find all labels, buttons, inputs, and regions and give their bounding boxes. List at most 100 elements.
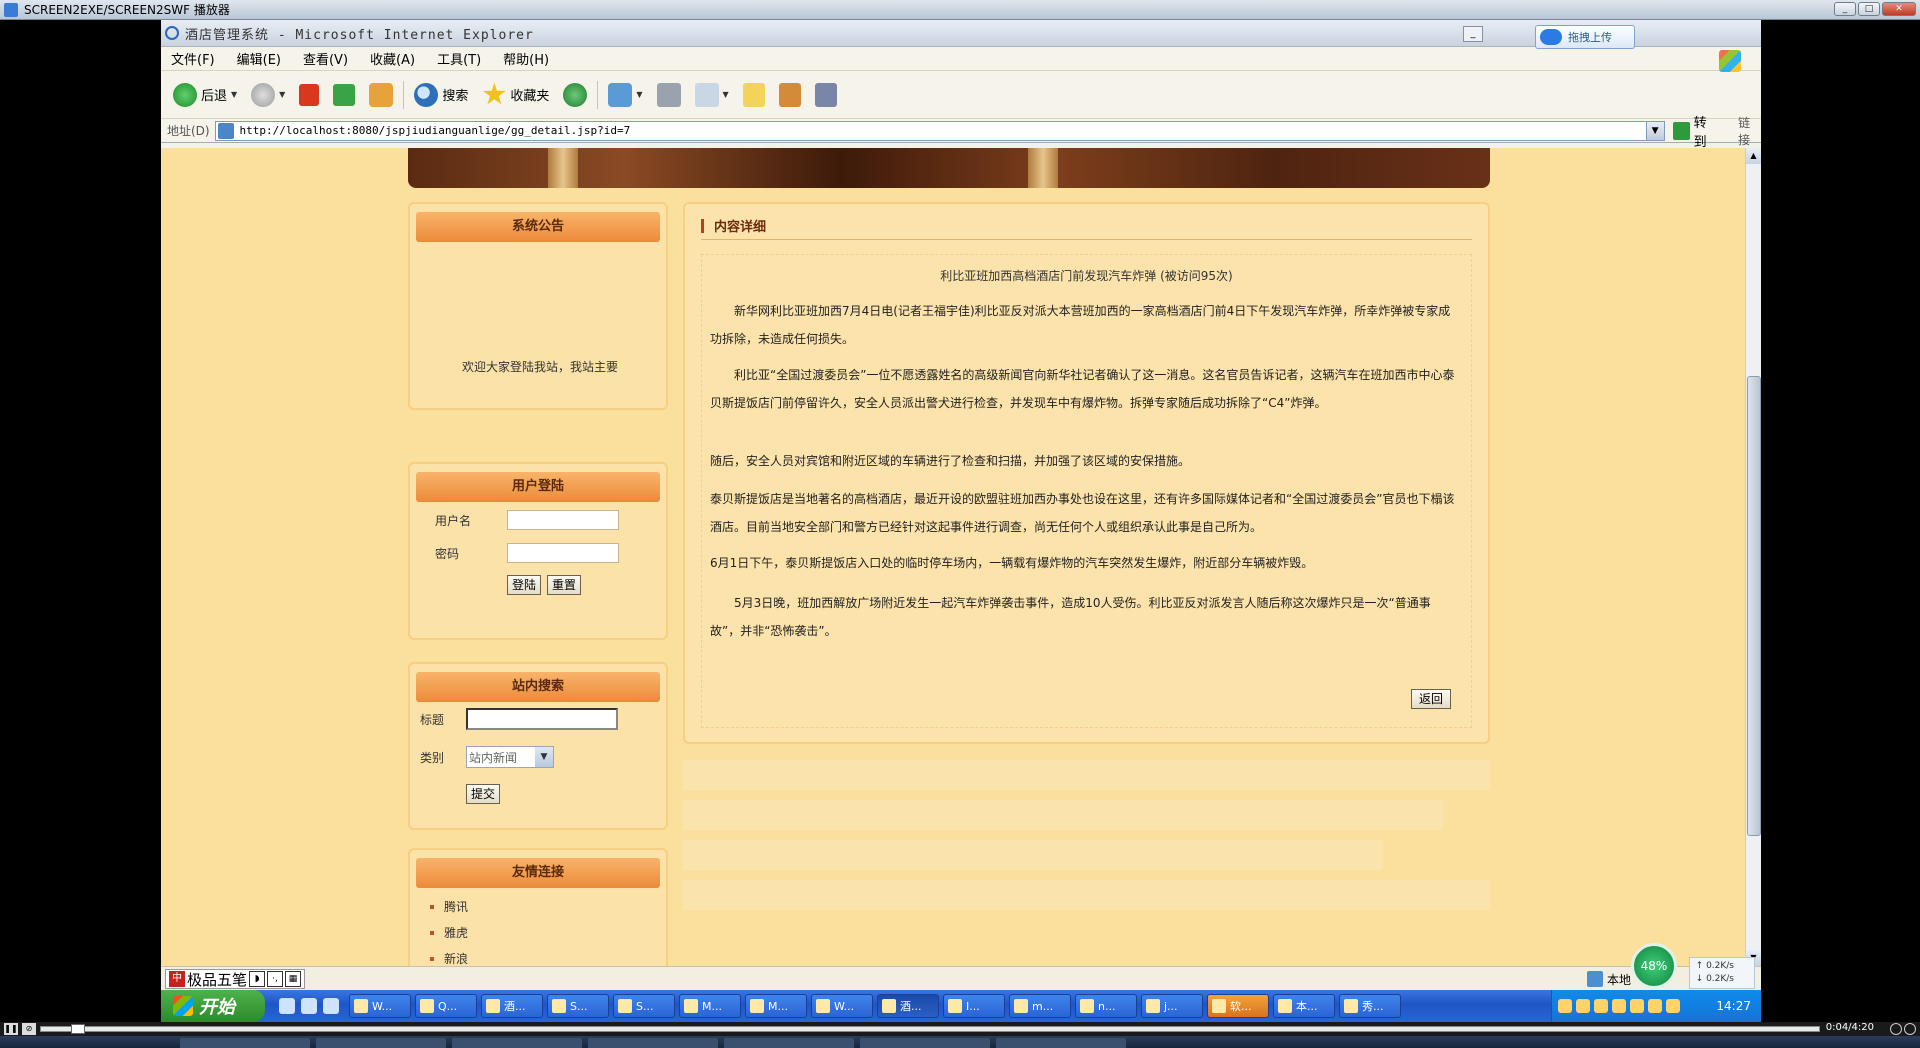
search-title-input[interactable] [466,708,618,730]
chevron-down-icon[interactable]: ▼ [535,747,553,767]
login-button[interactable]: 登陆 [507,575,542,595]
task-button[interactable]: M... [745,994,807,1018]
playback-thumb[interactable] [71,1024,85,1034]
volume-icon[interactable] [1890,1023,1902,1035]
chevron-down-icon[interactable]: ▼ [279,90,285,99]
chevron-down-icon[interactable]: ▼ [1645,121,1664,140]
research-button[interactable] [775,79,805,111]
host-task[interactable] [452,1038,582,1048]
task-button[interactable]: M... [679,994,741,1018]
task-button[interactable]: j... [1141,994,1203,1018]
search-submit-button[interactable]: 提交 [466,784,501,804]
chevron-down-icon[interactable]: ▼ [231,90,237,99]
task-button[interactable]: S... [613,994,675,1018]
start-button[interactable]: 开始 [161,990,265,1022]
link-item[interactable]: 雅虎 [430,924,468,941]
tray-icon[interactable] [1576,999,1590,1013]
username-input[interactable] [507,510,619,530]
host-task[interactable] [724,1038,854,1048]
task-button-active[interactable]: 酒... [877,994,939,1018]
menu-file[interactable]: 文件(F) [171,49,215,68]
go-button[interactable]: 转到 [1672,112,1719,150]
password-input[interactable] [507,543,619,563]
chevron-down-icon[interactable]: ▼ [636,90,642,99]
refresh-button[interactable] [329,79,359,111]
task-button[interactable]: 酒... [481,994,543,1018]
messenger-button[interactable] [811,79,841,111]
host-task[interactable] [316,1038,446,1048]
keyboard-icon[interactable]: ▦ [285,971,302,987]
task-button[interactable]: 本... [1273,994,1335,1018]
menu-view[interactable]: 查看(V) [303,49,348,68]
quick-launch-icon[interactable] [323,998,339,1014]
playback-slider[interactable] [40,1024,1820,1034]
menu-help[interactable]: 帮助(H) [503,49,549,68]
back-page-button[interactable]: 返回 [1411,689,1451,709]
task-button[interactable]: 秀... [1339,994,1401,1018]
menu-edit[interactable]: 编辑(E) [237,49,281,68]
quick-launch-icon[interactable] [301,998,317,1014]
print-button[interactable] [653,79,685,111]
maximize-button[interactable]: □ [1858,2,1880,16]
minimize-button[interactable]: _ [1834,2,1856,16]
tray-icon[interactable] [1558,999,1572,1013]
search-button[interactable]: 搜索 [410,79,472,111]
network-speed-ball[interactable]: 48% [1631,943,1677,989]
close-button[interactable]: ✕ [1882,2,1916,16]
chevron-down-icon[interactable]: ▼ [723,90,729,99]
tray-icon[interactable] [1648,999,1662,1013]
link-item[interactable]: 腾讯 [430,898,468,915]
reset-button[interactable]: 重置 [547,575,582,595]
menu-favorites[interactable]: 收藏(A) [370,49,415,68]
task-button[interactable]: Q... [415,994,477,1018]
mail-button[interactable]: ▼ [604,79,646,111]
upload-button[interactable]: 拖拽上传 [1535,25,1635,49]
host-task[interactable] [588,1038,718,1048]
info-icon[interactable] [1904,1023,1916,1035]
task-button[interactable]: W... [811,994,873,1018]
stop-icon[interactable]: ⊘ [22,1023,36,1035]
task-label: M... [768,999,788,1013]
favorites-button[interactable]: 收藏夹 [478,79,553,111]
task-button[interactable]: n... [1075,994,1137,1018]
link-text[interactable]: 腾讯 [444,898,468,915]
scroll-thumb[interactable] [1747,376,1761,836]
pause-icon[interactable]: ❚❚ [4,1023,18,1035]
back-button[interactable]: 后退 ▼ [169,79,241,111]
link-item[interactable]: 新浪 [430,950,468,966]
host-task[interactable] [860,1038,990,1048]
link-text[interactable]: 雅虎 [444,924,468,941]
links-button[interactable]: 链接 [1738,114,1761,148]
stop-button[interactable] [295,79,323,111]
task-button[interactable]: W... [349,994,411,1018]
address-input[interactable]: http://localhost:8080/jspjiudianguanlige… [214,120,1665,141]
forward-button[interactable]: ▼ [247,79,289,111]
punctuation-icon[interactable]: ·, [267,971,284,987]
moon-icon[interactable]: ◗ [249,971,266,987]
address-url[interactable]: http://localhost:8080/jspjiudianguanlige… [240,124,631,137]
discuss-button[interactable] [739,79,769,111]
vertical-scrollbar[interactable]: ▲ ▼ [1745,148,1761,966]
host-task[interactable] [996,1038,1126,1048]
host-task[interactable] [180,1038,310,1048]
ie-minimize-button[interactable]: _ [1463,26,1483,42]
quick-launch-icon[interactable] [279,998,295,1014]
tray-icon[interactable] [1612,999,1626,1013]
task-button[interactable]: m... [1009,994,1071,1018]
ime-toolbar[interactable]: 中 极品五笔 ◗ ·, ▦ [165,969,306,989]
tray-icon[interactable] [1594,999,1608,1013]
link-text[interactable]: 新浪 [444,950,468,966]
task-button[interactable]: S... [547,994,609,1018]
edit-button[interactable]: ▼ [691,79,733,111]
tray-icon[interactable] [1666,999,1680,1013]
scroll-up-icon[interactable]: ▲ [1746,148,1761,164]
history-button[interactable] [559,79,591,111]
quick-launch [279,998,339,1014]
menu-tools[interactable]: 工具(T) [437,49,481,68]
home-button[interactable] [365,79,397,111]
category-select[interactable]: 站内新闻 ▼ [466,746,554,768]
task-button[interactable]: I... [943,994,1005,1018]
task-button[interactable]: 软... [1207,994,1269,1018]
clock[interactable]: 14:27 [1716,999,1751,1013]
tray-icon[interactable] [1630,999,1644,1013]
